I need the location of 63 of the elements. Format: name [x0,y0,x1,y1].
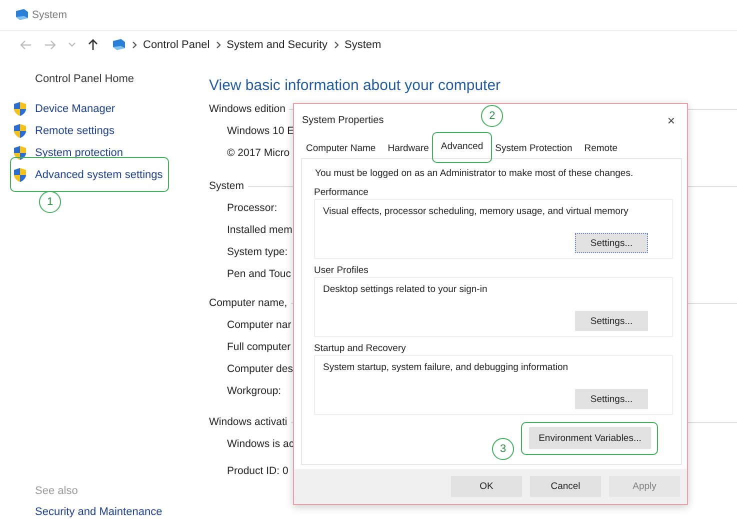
tab[interactable]: Remote [578,139,624,158]
settings-button[interactable]: Settings... [575,311,648,331]
tab[interactable]: Computer Name [300,139,382,158]
shield-icon [14,124,26,138]
computer-icon [112,39,126,51]
settings-button[interactable]: Settings... [575,389,648,409]
chevron-right-icon [132,41,137,49]
environment-variables-button[interactable]: Environment Variables... [529,427,651,449]
chevron-right-icon [216,41,221,49]
close-button[interactable]: × [667,112,675,128]
info-label: © 2017 Micro [227,146,290,161]
section-heading: Windows activati [209,415,288,430]
forward-arrow-icon[interactable] [44,40,56,50]
group-label: Performance [314,186,370,199]
section-heading: Computer name, [209,296,288,311]
shield-icon [14,146,26,160]
info-label: Windows is ac [227,437,294,452]
info-label: Product ID: 0 [227,464,288,479]
sidebar-home-link[interactable]: Control Panel Home [35,73,209,85]
breadcrumb-item[interactable]: System [344,39,382,51]
page-heading: View basic information about your computer [209,77,502,94]
shield-icon [14,168,26,182]
see-also-heading: See also [35,485,79,497]
dialog-title: System Properties [302,114,384,126]
computer-icon [15,9,29,21]
callout-badge: 1 [39,191,61,213]
see-also-link[interactable]: Security and Maintenance [35,506,209,518]
info-label: Pen and Touc [227,267,292,282]
notice-text: You must be logged on as an Administrator to make most of these changes. [315,167,634,181]
tab[interactable]: Hardware [382,139,435,158]
section-heading: Windows edition [209,102,286,117]
callout-badge: 2 [481,105,504,127]
info-label: Windows 10 E [227,124,294,139]
dialog-button[interactable]: Cancel [530,476,601,497]
group-description: Visual effects, processor scheduling, memory usage, and virtual memory [323,205,630,219]
sidebar-item[interactable]: System protection [14,143,124,162]
breadcrumb-item[interactable]: Control Panel [143,39,210,51]
sidebar-item[interactable]: Remote settings [14,121,114,140]
info-label: System type: [227,245,288,260]
info-label: Processor: [227,201,278,216]
info-label: Full computer [227,340,291,355]
callout-badge: 3 [492,438,514,460]
group-description: Desktop settings related to your sign-in [323,283,488,297]
sidebar-item[interactable]: Device Manager [14,99,116,118]
up-arrow-icon[interactable] [88,39,98,51]
breadcrumb-item[interactable]: System and Security [226,39,328,51]
chevron-right-icon [334,41,339,49]
group-description: System startup, system failure, and debugging information [323,361,570,375]
back-arrow-icon[interactable] [20,40,32,50]
chevron-down-icon[interactable] [68,42,76,48]
info-label: Computer nar [227,318,292,333]
sidebar-item[interactable]: Advanced system settings [14,165,163,184]
group-label: Startup and Recovery [314,342,407,355]
section-heading: System [209,179,244,194]
info-label: Installed mem [227,223,292,238]
shield-icon [14,102,26,116]
info-label: Computer des [227,362,293,377]
settings-button[interactable]: Settings... [575,233,648,253]
tab[interactable]: System Protection [489,139,578,158]
dialog-button[interactable]: OK [451,476,522,497]
group-label: User Profiles [314,264,370,277]
window-title: System [32,9,68,21]
info-label: Workgroup: [227,384,282,399]
